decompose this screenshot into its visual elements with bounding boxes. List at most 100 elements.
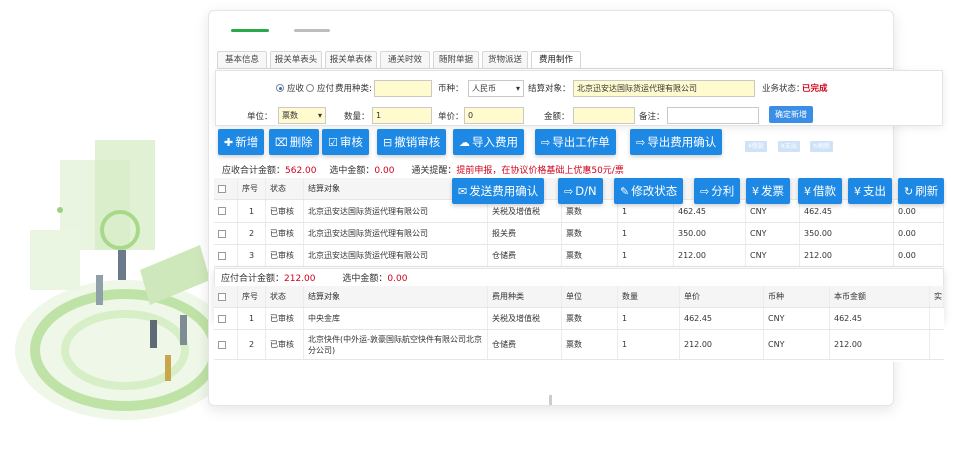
row-checkbox[interactable] [218, 314, 226, 323]
tab-declaration-header[interactable]: 报关单表头 [270, 51, 322, 69]
amount-input[interactable] [573, 107, 635, 124]
yen-icon: ¥ [752, 185, 759, 198]
export-fee-confirm-button[interactable]: ⇨ 导出费用确认 [630, 129, 723, 155]
row-select-cell [214, 308, 238, 329]
radio-payable[interactable] [306, 84, 314, 92]
tab-divider [217, 68, 893, 69]
table-cell: 北京快件(中外运-敦豪国际航空快件有限公司北京分公司) [304, 330, 488, 359]
status-value: 已完成 [802, 84, 828, 94]
yen-icon: ¥ [804, 185, 811, 198]
tab-fee-making[interactable]: 费用制作 [531, 51, 581, 69]
scrollbar-thumb[interactable] [549, 395, 552, 405]
table-cell: 2 [238, 223, 266, 244]
export-worksheet-button[interactable]: ⇨ 导出工作单 [535, 129, 616, 155]
add-button[interactable]: ✚ 新增 [218, 129, 265, 155]
cloud-upload-icon: ☁ [459, 136, 470, 149]
row-checkbox[interactable] [218, 229, 226, 238]
fee-type-label: 费用种类: [335, 84, 372, 94]
row-checkbox[interactable] [218, 340, 226, 349]
import-fees-button[interactable]: ☁ 导入费用 [453, 129, 524, 155]
check-icon: ☑ [328, 136, 338, 149]
table-cell: 票数 [562, 245, 618, 266]
receivable-selected-value: 0.00 [374, 166, 395, 176]
trash-icon: ⌧ [275, 136, 288, 149]
receivable-total-value: 562.00 [285, 166, 317, 176]
tab-declaration-body[interactable]: 报关单表体 [325, 51, 377, 69]
table-row[interactable]: 2 已审核 北京快件(中外运-敦豪国际航空快件有限公司北京分公司) 仓储费 票数… [214, 330, 944, 360]
header-cell: 币种 [764, 286, 830, 307]
currency-select[interactable]: 人民币 [468, 80, 524, 97]
ghost-refresh-button: ↻刷新 [810, 141, 834, 152]
table-row[interactable]: 2 已审核 北京迅安达国际货运代理有限公司 报关费 票数 1 350.00 CN… [214, 223, 944, 245]
share-icon: ⇨ [700, 185, 710, 198]
table-cell: CNY [764, 330, 830, 359]
table-row[interactable]: 1 已审核 中央金库 关税及增值税 票数 1 462.45 CNY 462.45 [214, 308, 944, 330]
table-cell: 北京迅安达国际货运代理有限公司 [304, 245, 488, 266]
row-checkbox[interactable] [218, 207, 226, 215]
ghost-expense-button: ¥支出 [778, 141, 800, 152]
table-cell: 仓储费 [488, 245, 562, 266]
table-cell: 已审核 [266, 330, 304, 359]
remark-label: 备注： [639, 112, 665, 122]
table-cell: 中央金库 [304, 308, 488, 329]
loan-button[interactable]: ¥ 借款 [798, 178, 842, 204]
debit-note-button[interactable]: ⇨ D/N [558, 178, 603, 204]
revoke-approval-button[interactable]: ⊟ 撤销审核 [377, 129, 447, 155]
qty-label: 数量： [344, 112, 370, 122]
status-label: 业务状态： [762, 84, 805, 94]
table-cell: 报关费 [488, 223, 562, 244]
indicator-active [231, 29, 269, 32]
row-select-cell [214, 200, 238, 222]
select-all-checkbox[interactable] [218, 184, 226, 193]
remark-input[interactable] [667, 107, 759, 124]
indicator-inactive [293, 29, 330, 32]
table-cell: 1 [238, 200, 266, 222]
unit-label: 单位： [247, 112, 273, 122]
table-cell: 0.00 [894, 245, 944, 266]
invoice-button[interactable]: ¥ 发票 [746, 178, 790, 204]
notice-label: 通关提醒： [411, 166, 457, 176]
header-cell: 数量 [618, 286, 680, 307]
confirm-add-button[interactable]: 确定新增 [769, 106, 813, 123]
fee-type-input[interactable] [374, 80, 432, 97]
select-all-cell [214, 178, 238, 199]
profit-share-button[interactable]: ⇨ 分利 [694, 178, 741, 204]
table-cell: 0.00 [894, 223, 944, 244]
expense-button[interactable]: ¥ 支出 [848, 178, 892, 204]
table-cell: 462.45 [830, 308, 930, 329]
row-checkbox[interactable] [218, 251, 226, 260]
tab-basic-info[interactable]: 基本信息 [217, 51, 267, 69]
price-label: 单价： [438, 112, 464, 122]
modify-status-button[interactable]: ✎ 修改状态 [614, 178, 684, 204]
qty-input[interactable]: 1 [372, 107, 432, 124]
approve-button[interactable]: ☑ 审核 [322, 129, 369, 155]
tab-clearance-time[interactable]: 通关时效 [380, 51, 430, 69]
plus-icon: ✚ [224, 136, 234, 149]
settlement-input[interactable]: 北京迅安达国际货运代理有限公司 [573, 80, 755, 97]
row-select-cell [214, 245, 238, 266]
refresh-button[interactable]: ↻ 刷新 [898, 178, 945, 204]
table-cell: CNY [764, 308, 830, 329]
table-cell: 仓储费 [488, 330, 562, 359]
tab-attached-docs[interactable]: 随附单据 [433, 51, 479, 69]
yen-icon: ¥ [854, 185, 861, 198]
table-header-row: 序号 状态 结算对象 费用种类 单位 数量 单价 币种 本币金额 实 [214, 286, 944, 308]
tab-delivery[interactable]: 货物派送 [482, 51, 528, 69]
payable-selected-label: 选中金额： [342, 274, 388, 284]
fee-entry-form: 应收 应付 费用种类: 币种： 人民币 结算对象： 北京迅安达国际货运代理有限公… [215, 70, 943, 126]
send-fee-confirm-button[interactable]: ✉ 发送费用确认 [452, 178, 545, 204]
header-cell: 结算对象 [304, 286, 488, 307]
table-row[interactable]: 3 已审核 北京迅安达国际货运代理有限公司 仓储费 票数 1 212.00 CN… [214, 245, 944, 267]
table-cell: 北京迅安达国际货运代理有限公司 [304, 223, 488, 244]
table-cell: 462.45 [680, 308, 764, 329]
table-cell: 2 [238, 330, 266, 359]
delete-button[interactable]: ⌧ 删除 [269, 129, 319, 155]
radio-receivable[interactable] [276, 84, 284, 92]
header-cell: 状态 [266, 178, 304, 199]
payable-selected-value: 0.00 [387, 274, 408, 284]
header-cell: 单价 [680, 286, 764, 307]
table-cell: 350.00 [800, 223, 894, 244]
unit-select[interactable]: 票数 [278, 107, 326, 124]
price-input[interactable]: 0 [464, 107, 524, 124]
select-all-checkbox[interactable] [218, 292, 226, 301]
